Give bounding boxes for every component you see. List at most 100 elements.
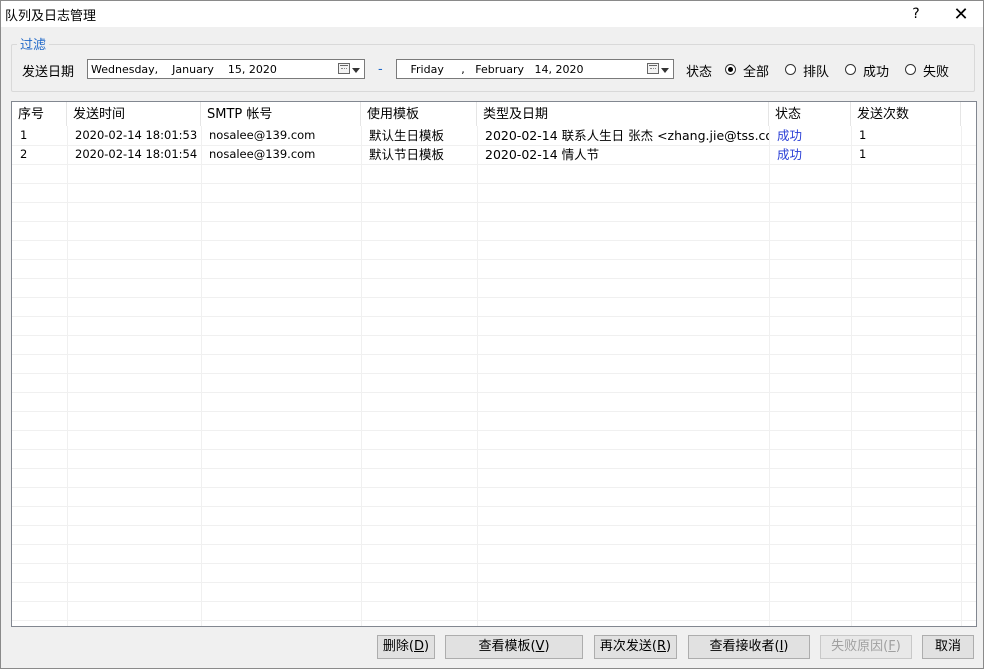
- help-button[interactable]: ?: [893, 1, 939, 27]
- column-header-send-count[interactable]: 发送次数: [851, 102, 961, 126]
- grid-line-vertical: [361, 126, 362, 626]
- date-to-picker[interactable]: Friday , February 14, 2020: [396, 59, 674, 79]
- grid-line-vertical: [201, 126, 202, 626]
- calendar-icon[interactable]: [338, 63, 350, 74]
- grid-line-horizontal: [12, 544, 976, 545]
- grid-line-horizontal: [12, 449, 976, 450]
- cell-send-time: 2020-02-14 18:01:53: [75, 128, 198, 142]
- grid-line-horizontal: [12, 354, 976, 355]
- window-title: 队列及日志管理: [5, 9, 97, 24]
- radio-success-label[interactable]: 成功: [863, 61, 889, 80]
- grid-line-horizontal: [12, 620, 976, 621]
- view-recipients-label-end: ): [783, 639, 789, 654]
- cell-status: 成功: [777, 147, 803, 162]
- cell-type-date: 2020-02-14 情人节: [485, 147, 600, 162]
- radio-all-label[interactable]: 全部: [743, 61, 769, 80]
- cell-send-time: 2020-02-14 18:01:54: [75, 147, 198, 161]
- resend-hotkey: R: [656, 639, 667, 654]
- cell-send-count: 1: [859, 128, 867, 142]
- cancel-button[interactable]: 取消: [922, 635, 974, 659]
- grid-line-horizontal: [12, 316, 976, 317]
- grid-line-vertical: [769, 126, 770, 626]
- column-header-type-date[interactable]: 类型及日期: [477, 102, 769, 126]
- cell-type-date: 2020-02-14 联系人生日 张杰 <zhang.jie@tss.com>: [485, 128, 769, 143]
- grid-line-horizontal: [12, 487, 976, 488]
- grid-line-horizontal: [12, 430, 976, 431]
- calendar-icon[interactable]: [647, 63, 659, 74]
- log-list[interactable]: 序号 发送时间 SMTP 帐号 使用模板 类型及日期 状态 发送次数 1 202…: [11, 101, 977, 627]
- resend-label-end: ): [666, 639, 672, 654]
- column-header-index[interactable]: 序号: [12, 102, 67, 126]
- fail-reason-label-end: ): [895, 639, 901, 654]
- cell-template: 默认生日模板: [369, 128, 445, 143]
- queue-log-dialog: 队列及日志管理 ? ✕ 过滤 发送日期 Wednesday, January 1…: [0, 0, 984, 669]
- grid-line-horizontal: [12, 183, 976, 184]
- table-row[interactable]: 2 2020-02-14 18:01:54 nosalee@139.com 默认…: [12, 145, 974, 164]
- grid-line-horizontal: [12, 563, 976, 564]
- grid-line-horizontal: [12, 373, 976, 374]
- close-icon: ✕: [953, 3, 969, 25]
- grid-line-horizontal: [12, 411, 976, 412]
- filter-group-title: 过滤: [17, 34, 50, 53]
- status-label: 状态: [686, 65, 713, 80]
- grid-line-horizontal: [12, 601, 976, 602]
- grid-line-horizontal: [12, 468, 976, 469]
- send-date-label: 发送日期: [22, 65, 75, 80]
- radio-all[interactable]: [725, 64, 736, 75]
- view-template-button[interactable]: 查看模板(V): [445, 635, 583, 659]
- delete-button-hotkey: D: [413, 639, 424, 654]
- view-recipients-label: 查看接收者(: [709, 639, 780, 654]
- delete-button-label-end: ): [424, 639, 430, 654]
- grid-line-horizontal: [12, 335, 976, 336]
- column-header-template[interactable]: 使用模板: [361, 102, 477, 126]
- grid-line-horizontal: [12, 202, 976, 203]
- title-bar: 队列及日志管理 ? ✕: [1, 1, 983, 27]
- radio-queued[interactable]: [785, 64, 796, 75]
- grid-line-horizontal: [12, 221, 976, 222]
- resend-label: 再次发送(: [599, 639, 657, 654]
- cell-send-count: 1: [859, 147, 867, 161]
- column-header-status[interactable]: 状态: [769, 102, 851, 126]
- fail-reason-label: 失败原因(: [831, 639, 889, 654]
- cell-index: 1: [20, 128, 28, 142]
- view-template-label: 查看模板(: [478, 639, 536, 654]
- grid-line-horizontal: [12, 525, 976, 526]
- view-template-label-end: ): [544, 639, 550, 654]
- cell-smtp-account: nosalee@139.com: [209, 147, 316, 161]
- grid-line-horizontal: [12, 392, 976, 393]
- grid-line-horizontal: [12, 164, 976, 165]
- grid-line-horizontal: [12, 582, 976, 583]
- fail-reason-hotkey: F: [888, 639, 896, 654]
- grid-line-horizontal: [12, 278, 976, 279]
- delete-button-label: 删除(: [382, 639, 414, 654]
- table-row[interactable]: 1 2020-02-14 18:01:53 nosalee@139.com 默认…: [12, 126, 974, 145]
- chevron-down-icon[interactable]: [661, 68, 669, 73]
- view-recipients-button[interactable]: 查看接收者(I): [688, 635, 810, 659]
- radio-queued-label[interactable]: 排队: [803, 61, 829, 80]
- grid-line-vertical: [851, 126, 852, 626]
- grid-line-vertical: [67, 126, 68, 626]
- radio-failed-label[interactable]: 失败: [923, 61, 949, 80]
- column-header-send-time[interactable]: 发送时间: [67, 102, 201, 126]
- resend-button[interactable]: 再次发送(R): [594, 635, 677, 659]
- close-button[interactable]: ✕: [938, 1, 984, 27]
- date-from-picker[interactable]: Wednesday, January 15, 2020: [87, 59, 365, 79]
- cancel-label: 取消: [934, 639, 961, 654]
- cell-status: 成功: [777, 128, 803, 143]
- grid-line-vertical: [961, 126, 962, 626]
- delete-button[interactable]: 删除(D): [377, 635, 435, 659]
- grid-line-vertical: [477, 126, 478, 626]
- cell-template: 默认节日模板: [369, 147, 445, 162]
- date-range-separator: -: [378, 62, 383, 77]
- radio-failed[interactable]: [905, 64, 916, 75]
- grid-line-horizontal: [12, 506, 976, 507]
- column-header-smtp-account[interactable]: SMTP 帐号: [201, 102, 361, 126]
- fail-reason-button: 失败原因(F): [820, 635, 912, 659]
- radio-success[interactable]: [845, 64, 856, 75]
- date-to-value: Friday , February 14, 2020: [400, 63, 584, 76]
- grid-line-horizontal: [12, 297, 976, 298]
- cell-smtp-account: nosalee@139.com: [209, 128, 316, 142]
- grid-line-horizontal: [12, 240, 976, 241]
- grid-line-horizontal: [12, 259, 976, 260]
- chevron-down-icon[interactable]: [352, 68, 360, 73]
